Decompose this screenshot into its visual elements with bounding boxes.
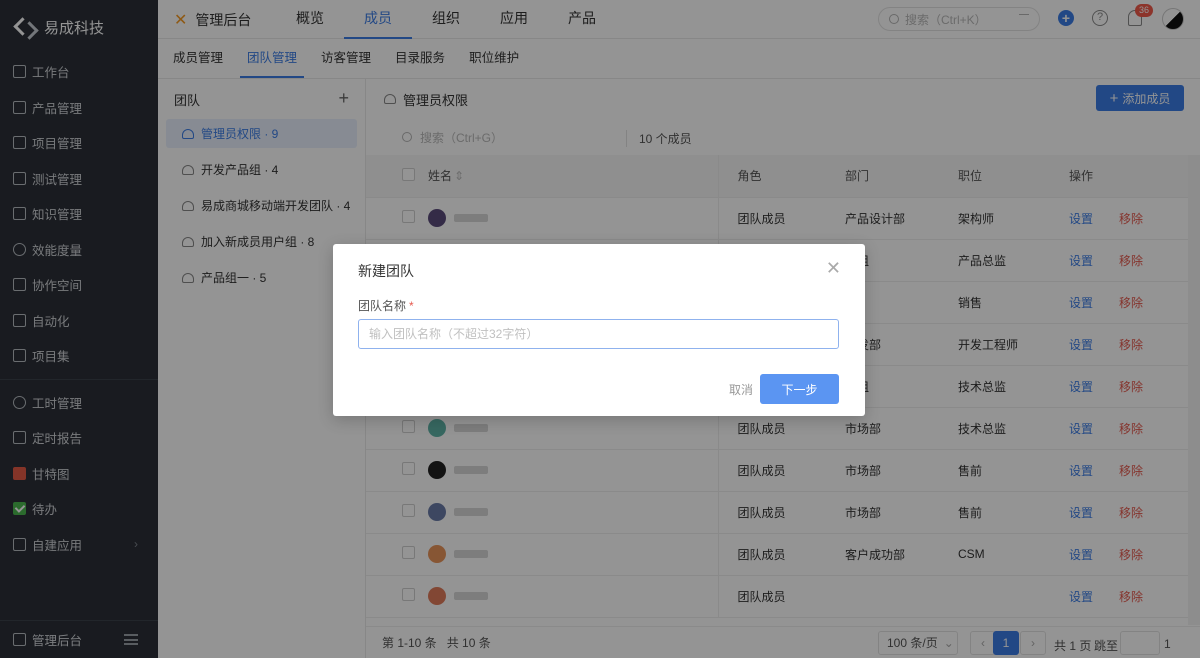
next-step-button[interactable]: 下一步 [760, 374, 839, 404]
close-icon[interactable]: ✕ [826, 258, 841, 279]
team-name-label-text: 团队名称 [358, 299, 407, 313]
team-name-input[interactable] [358, 319, 839, 349]
new-team-dialog: 新建团队 ✕ 团队名称* 取消 下一步 [333, 244, 865, 416]
required-mark: * [409, 299, 414, 313]
team-name-label: 团队名称 * [358, 297, 414, 314]
dialog-title: 新建团队 [358, 263, 414, 279]
